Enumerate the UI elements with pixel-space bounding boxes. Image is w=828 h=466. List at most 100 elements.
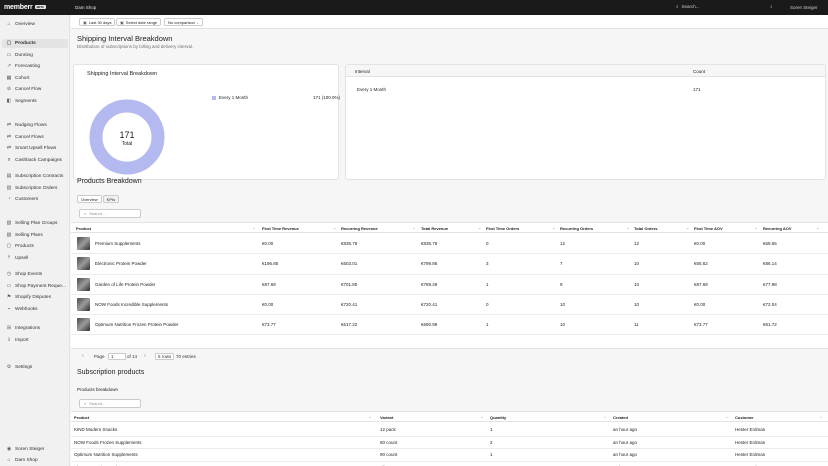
sidebar-item-shopify-disputes[interactable]: ⚑ Shopify Disputes bbox=[2, 293, 68, 302]
sidebar-item-settings[interactable]: ⚙ Settings bbox=[2, 363, 68, 372]
column-menu-icon[interactable]: ⌄ bbox=[816, 225, 819, 230]
sidebar-item-products[interactable]: ▢ Products bbox=[2, 39, 68, 48]
table-cell: 10 bbox=[634, 301, 640, 307]
order-icon: ▥ bbox=[6, 184, 12, 191]
table-row[interactable]: Optimum Nutrition Supplements 90 count 1 an… bbox=[71, 449, 828, 462]
column-menu-icon[interactable]: ⌄ bbox=[333, 225, 336, 230]
page-subtitle: Distribution of subscriptions by billing… bbox=[77, 44, 194, 49]
product-thumbnail bbox=[77, 277, 90, 291]
table-row[interactable]: NOW Foods Frozen Supplements 60 count 2 an … bbox=[71, 437, 828, 449]
comparison-select[interactable]: No comparison ⌄ bbox=[164, 18, 204, 26]
sidebar-item-shop-events[interactable]: ◷ Shop Events bbox=[2, 270, 68, 279]
date-range-button[interactable]: ▣ Last 30 days bbox=[79, 18, 116, 26]
column-menu-icon[interactable]: ⌄ bbox=[626, 225, 629, 230]
column-header[interactable]: Variant bbox=[380, 415, 393, 420]
sidebar-item-products[interactable]: ▢ Products bbox=[2, 242, 68, 251]
column-header[interactable]: Customer bbox=[735, 415, 754, 420]
segment-icon: ◧ bbox=[6, 98, 12, 104]
user-menu[interactable]: Soren Steiger bbox=[790, 5, 818, 10]
select-date-range-button[interactable]: ▣ Select date range bbox=[116, 18, 162, 26]
shipping-interval-chart-card: Shipping Interval Breakdown 171 Total Eve… bbox=[73, 64, 340, 180]
sidebar-item-forecasting[interactable]: ↗ Forecasting bbox=[2, 62, 68, 71]
dispute-icon: ⚑ bbox=[6, 294, 12, 301]
column-header[interactable]: Created bbox=[613, 415, 628, 420]
column-menu-icon[interactable]: ⌄ bbox=[603, 414, 606, 419]
search-icon: ⌕ bbox=[84, 401, 87, 406]
sidebar-item-smart-upsell-flows[interactable]: ⇄ Smart Upsell Flows bbox=[2, 144, 68, 153]
count-cell: 171 bbox=[693, 87, 701, 92]
column-menu-icon[interactable]: ⌄ bbox=[412, 225, 415, 230]
table-row[interactable]: Electronic Protein Powder €196.85 €603.01 €… bbox=[71, 254, 828, 275]
sidebar-item-label: Cohort bbox=[15, 75, 30, 81]
column-menu-icon[interactable]: ⌄ bbox=[754, 225, 757, 230]
plan-icon: ▧ bbox=[6, 231, 12, 238]
sidebar-item-dunning[interactable]: ▭ Dunning bbox=[2, 51, 68, 60]
column-header[interactable]: Recurring Orders bbox=[560, 226, 593, 231]
sidebar-item-customers[interactable]: ◔ Customers bbox=[2, 195, 68, 204]
next-page-icon[interactable]: › bbox=[144, 353, 146, 359]
sidebar-item-webhooks[interactable]: ⌁ Webhooks bbox=[2, 305, 68, 314]
column-header[interactable]: Total Revenue bbox=[421, 226, 448, 231]
shop-switcher[interactable]: ⌂ Dam Shop bbox=[2, 456, 68, 465]
table-row[interactable]: Premium Supplements €0.00 €835.78 €835.78 0 1… bbox=[71, 234, 828, 255]
sidebar-item-cohort[interactable]: ▦ Cohort bbox=[2, 74, 68, 83]
sidebar-item-label: Upsell bbox=[15, 255, 29, 261]
sidebar-item-nudging-flows[interactable]: ⇄ Nudging Flows bbox=[2, 121, 68, 130]
column-menu-icon[interactable]: ⌄ bbox=[368, 414, 371, 419]
table-row[interactable]: NOW Foods Incredible Supplements €0.00 €72… bbox=[71, 295, 828, 316]
user-profile[interactable]: ◉ Soren Steiger bbox=[2, 445, 68, 454]
sidebar-item-overview[interactable]: ⌂ Overview bbox=[2, 20, 68, 29]
global-search[interactable]: ⌕ Search... bbox=[676, 4, 700, 9]
tab-overview[interactable]: Overview bbox=[77, 195, 102, 203]
column-menu-icon[interactable]: ⌄ bbox=[480, 414, 483, 419]
subscriptions-search-input[interactable]: ⌕ Search... bbox=[79, 399, 141, 408]
sidebar-item-selling-plans[interactable]: ▧ Selling Plans bbox=[2, 231, 68, 240]
page-number-input[interactable]: 1 bbox=[108, 353, 126, 360]
products-search-input[interactable]: ⌕ Search... bbox=[79, 209, 141, 218]
bell-icon[interactable]: ♪ bbox=[770, 4, 773, 10]
column-menu-icon[interactable]: ⌄ bbox=[725, 414, 728, 419]
sidebar-item-cancel-flows[interactable]: ⇄ Cancel Flows bbox=[2, 133, 68, 142]
column-menu-icon[interactable]: ⌄ bbox=[686, 225, 689, 230]
column-header[interactable]: First Time AOV bbox=[694, 226, 723, 231]
column-header[interactable]: Total Orders bbox=[634, 226, 658, 231]
column-menu-icon[interactable]: ⌄ bbox=[552, 225, 555, 230]
table-cell: €86.14 bbox=[763, 261, 777, 267]
prev-page-icon[interactable]: ‹ bbox=[82, 353, 84, 359]
legend-item[interactable]: Every 1 Month 171 (100.0%) bbox=[212, 95, 340, 100]
table-cell: 10 bbox=[560, 301, 566, 307]
sidebar-item-subscription-orders[interactable]: ▥ Subscription Orders bbox=[2, 184, 68, 193]
table-row[interactable]: Garden of Life Protein Powder €87.69 €701.… bbox=[71, 275, 828, 295]
column-header[interactable]: Product bbox=[76, 226, 91, 231]
sidebar-item-subscription-contracts[interactable]: ▤ Subscription Contracts bbox=[2, 172, 68, 181]
sidebar-item-integrations[interactable]: ⊞ Integrations bbox=[2, 324, 68, 333]
sidebar-item-segments[interactable]: ◧ Segments bbox=[2, 97, 68, 106]
table-row[interactable]: Elegant Protein Powder5lb2an hour agoHes… bbox=[71, 462, 828, 466]
column-header[interactable]: First Time Revenue bbox=[262, 226, 299, 231]
sidebar-item-upsell[interactable]: ⇡ Upsell bbox=[2, 254, 68, 263]
sidebar-item-shop-payment-reque[interactable]: ▭ Shop Payment Reque... bbox=[2, 282, 68, 291]
interval-cell: Every 1 Month bbox=[357, 87, 387, 92]
column-header[interactable]: Product bbox=[74, 415, 89, 420]
column-menu-icon[interactable]: ⌄ bbox=[252, 225, 255, 230]
rows-per-page-select[interactable]: 5 rows bbox=[155, 353, 175, 360]
shop-selector[interactable]: Dam Shop bbox=[75, 5, 96, 10]
product-name-cell: Premium Supplements bbox=[95, 241, 141, 246]
tab-kpis[interactable]: KPIs bbox=[102, 195, 120, 203]
column-menu-icon[interactable]: ⌄ bbox=[819, 414, 822, 419]
table-cell: €73.77 bbox=[694, 322, 708, 328]
sidebar-item-import[interactable]: ⇩ Import bbox=[2, 336, 68, 345]
column-header[interactable]: Recurring Revenue bbox=[341, 226, 378, 231]
column-header[interactable]: Recurring AOV bbox=[763, 226, 792, 231]
cancel-icon: ⊘ bbox=[6, 86, 12, 93]
table-cell: Hester Erdman bbox=[735, 439, 766, 445]
table-row[interactable]: KIND Modern Snacks 12 pack 1 an hour ago Hes… bbox=[71, 424, 828, 437]
table-row[interactable]: Optimum Nutrition Frozen Protein Powder €… bbox=[71, 315, 828, 336]
sidebar-item-selling-plan-groups[interactable]: ▧ Selling Plan Groups bbox=[2, 219, 68, 228]
column-header[interactable]: First Time Orders bbox=[486, 226, 519, 231]
column-header[interactable]: Quantity bbox=[490, 415, 506, 420]
app-logo[interactable]: memberr BETA bbox=[4, 4, 46, 11]
sidebar-item-cashback-campaigns[interactable]: ¤ Cashback Campaigns bbox=[2, 156, 68, 165]
column-menu-icon[interactable]: ⌄ bbox=[478, 225, 481, 230]
sidebar-item-cancel-flow[interactable]: ⊘ Cancel Flow bbox=[2, 85, 68, 94]
